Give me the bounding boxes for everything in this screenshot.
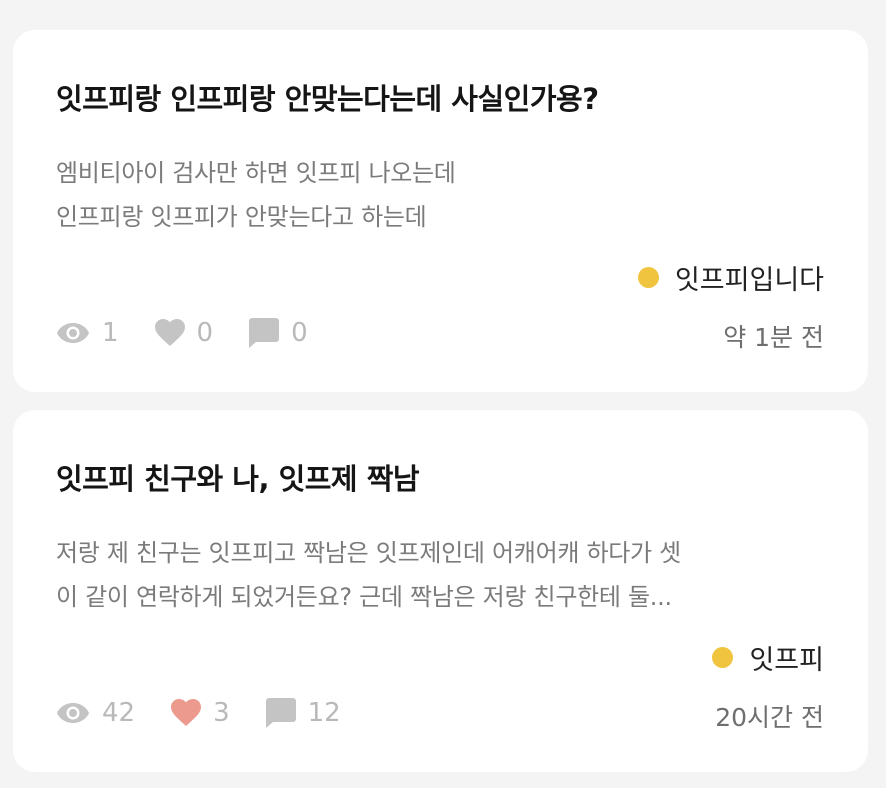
post-author[interactable]: 잇프피: [712, 638, 824, 677]
likes-count: 0: [196, 318, 214, 348]
comment-icon[interactable]: [249, 318, 280, 348]
views-count: 42: [102, 698, 136, 728]
post-author[interactable]: 잇프피입니다: [637, 258, 824, 297]
views-count: 1: [102, 318, 119, 348]
comments-count: 12: [307, 698, 341, 728]
likes-stat[interactable]: 0: [154, 318, 214, 348]
eye-icon: [57, 703, 89, 723]
author-name: 잇프피입니다: [674, 265, 824, 296]
eye-icon: [57, 323, 89, 343]
post-title[interactable]: 잇프피랑 인프피랑 안맞는다는데 사실인가용?: [56, 76, 599, 118]
comments-stat[interactable]: 0: [249, 318, 308, 348]
post-time: 20시간 전: [715, 703, 824, 732]
author-level-dot: [712, 647, 734, 668]
post-excerpt-line: 저랑 제 친구는 잇프피고 짝남은 잇프제인데 어캐어캐 하다가 셋: [56, 539, 681, 567]
comment-icon[interactable]: [265, 698, 296, 728]
post-excerpt[interactable]: 저랑 제 친구는 잇프피고 짝남은 잇프제인데 어캐어캐 하다가 셋 이 같이 …: [56, 531, 831, 619]
comments-stat[interactable]: 12: [265, 698, 341, 728]
post-excerpt-line: 인프피랑 잇프피가 안맞는다고 하는데: [56, 203, 427, 231]
heart-icon[interactable]: [154, 319, 185, 347]
post-stats: 1 0 0: [56, 316, 344, 350]
post-title[interactable]: 잇프피 친구와 나, 잇프제 짝남: [56, 456, 420, 498]
post-card[interactable]: 잇프피 친구와 나, 잇프제 짝남 저랑 제 친구는 잇프피고 짝남은 잇프제인…: [13, 410, 868, 772]
post-excerpt[interactable]: 엠비티아이 검사만 하면 잇프피 나오는데 인프피랑 잇프피가 안맞는다고 하는…: [56, 151, 831, 239]
post-feed: 잇프피랑 인프피랑 안맞는다는데 사실인가용? 엠비티아이 검사만 하면 잇프피…: [0, 0, 886, 788]
views-stat: 42: [56, 698, 135, 728]
post-excerpt-line: 이 같이 연락하게 되었거든요? 근데 짝남은 저랑 친구한테 둘...: [56, 583, 672, 611]
views-stat: 1: [56, 318, 119, 348]
post-stats: 42 3 12: [56, 696, 377, 730]
author-name: 잇프피: [749, 645, 824, 676]
author-level-dot: [637, 267, 659, 288]
post-time: 약 1분 전: [723, 323, 824, 352]
likes-count: 3: [213, 698, 230, 728]
post-card[interactable]: 잇프피랑 인프피랑 안맞는다는데 사실인가용? 엠비티아이 검사만 하면 잇프피…: [13, 30, 868, 392]
likes-stat[interactable]: 3: [171, 698, 230, 728]
comments-count: 0: [291, 318, 308, 348]
post-excerpt-line: 엠비티아이 검사만 하면 잇프피 나오는데: [56, 159, 456, 187]
heart-icon[interactable]: [171, 699, 202, 727]
